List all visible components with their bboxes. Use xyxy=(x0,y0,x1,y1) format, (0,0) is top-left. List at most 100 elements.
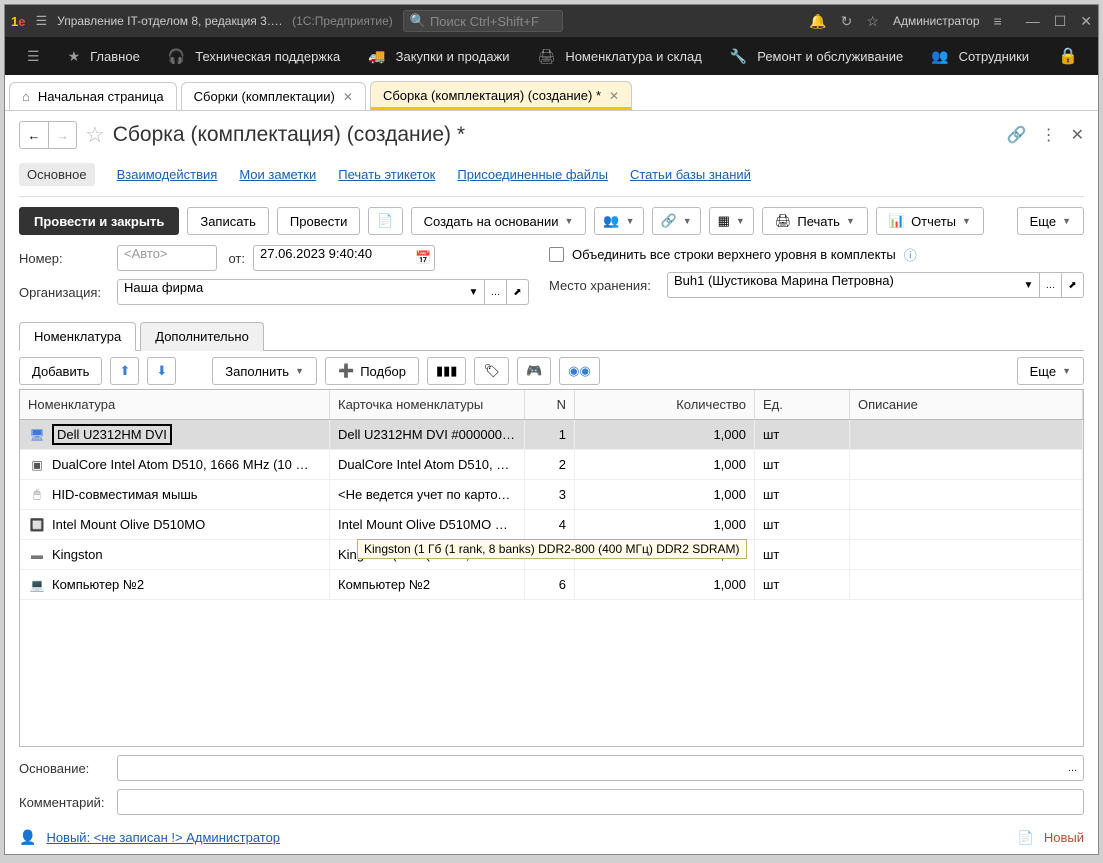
move-up-button[interactable]: ⬆ xyxy=(110,357,139,385)
cmd-files[interactable]: Присоединенные файлы xyxy=(457,167,608,182)
open-ref-button[interactable]: ⬈ xyxy=(507,279,529,305)
section-nomenclature[interactable]: 🖨Номенклатура и склад xyxy=(524,37,716,75)
layout-icon: ▦ xyxy=(718,213,730,229)
open-ref-button[interactable]: ⬈ xyxy=(1062,272,1084,298)
organization-input[interactable]: Наша фирма xyxy=(117,279,463,305)
cell-unit: шт xyxy=(755,510,850,539)
layout-button[interactable]: ▦▼ xyxy=(709,207,754,235)
section-hamburger[interactable]: ☰ xyxy=(13,37,54,75)
ellipsis-button[interactable]: … xyxy=(1040,272,1062,298)
tab-additional[interactable]: Дополнительно xyxy=(140,322,264,351)
table-row[interactable]: 🖥Dell U2312HM DVIDell U2312HM DVI #00000… xyxy=(20,420,1083,450)
add-row-button[interactable]: Добавить xyxy=(19,357,102,385)
users-icon: 👥 xyxy=(603,213,619,229)
tab-nomenclature[interactable]: Номенклатура xyxy=(19,322,136,351)
cell-card: Dell U2312HM DVI #0000000… xyxy=(338,427,516,442)
close-tab-icon[interactable]: ✕ xyxy=(343,90,353,104)
pick-button[interactable]: ➕Подбор xyxy=(325,357,419,385)
number-input[interactable]: <Авто> xyxy=(117,245,217,271)
section-main[interactable]: ★Главное xyxy=(54,37,154,75)
post-and-close-button[interactable]: Провести и закрыть xyxy=(19,207,179,235)
write-button[interactable]: Записать xyxy=(187,207,269,235)
nav-back-button[interactable]: ← xyxy=(20,122,48,148)
barcode-button[interactable]: ▮▮▮ xyxy=(427,357,466,385)
settings-lines-icon[interactable]: ≡ xyxy=(994,13,1002,29)
cmd-notes[interactable]: Мои заметки xyxy=(239,167,316,182)
cmd-interactions[interactable]: Взаимодействия xyxy=(117,167,218,182)
section-support[interactable]: 🎧Техническая поддержка xyxy=(154,37,354,75)
ellipsis-button[interactable]: … xyxy=(1062,755,1084,781)
close-tab-icon[interactable]: ✕ xyxy=(609,89,619,103)
dropdown-button[interactable]: ▼ xyxy=(463,279,485,305)
tab-home[interactable]: ⌂ Начальная страница xyxy=(9,82,177,110)
status-link[interactable]: Новый: <не записан !> Администратор xyxy=(46,830,280,845)
cell-card: Intel Mount Olive D510MO №… xyxy=(338,517,516,532)
ellipsis-button[interactable]: … xyxy=(485,279,507,305)
main-menu-icon[interactable]: ☰ xyxy=(35,13,47,29)
move-down-button[interactable]: ⬇ xyxy=(147,357,176,385)
date-input[interactable]: 27.06.2023 9:40:40 xyxy=(253,245,413,271)
col-desc[interactable]: Описание xyxy=(850,390,1083,419)
cell-qty: 1,000 xyxy=(575,510,755,539)
cmd-labels[interactable]: Печать этикеток xyxy=(338,167,435,182)
favorite-icon[interactable]: ☆ xyxy=(866,13,879,30)
tab-assembly-create[interactable]: Сборка (комплектация) (создание) * ✕ xyxy=(370,81,632,110)
current-user[interactable]: Администратор xyxy=(893,14,980,28)
col-card[interactable]: Карточка номенклатуры xyxy=(330,390,525,419)
section-repair[interactable]: 🔧Ремонт и обслуживание xyxy=(716,37,917,75)
table-more-button[interactable]: Еще▼ xyxy=(1017,357,1084,385)
table-row[interactable]: 🔲Intel Mount Olive D510MOIntel Mount Oli… xyxy=(20,510,1083,540)
cell-qty: 1,000 xyxy=(575,570,755,599)
gamepad-button[interactable]: 🎮 xyxy=(517,357,551,385)
hierarchy-button[interactable]: ◉◉ xyxy=(559,357,600,385)
dropdown-button[interactable]: ▼ xyxy=(1018,272,1040,298)
bell-icon[interactable]: 🔔 xyxy=(809,13,826,30)
col-nomenclature[interactable]: Номенклатура xyxy=(20,390,330,419)
basis-input[interactable] xyxy=(117,755,1062,781)
document-flow-button[interactable]: 📄 xyxy=(368,207,402,235)
global-search-input[interactable]: 🔍 Поиск Ctrl+Shift+F xyxy=(403,10,563,32)
link-icon[interactable]: 🔗 xyxy=(1007,125,1027,145)
favorite-star-icon[interactable]: ☆ xyxy=(85,122,105,148)
cmd-kb[interactable]: Статьи базы знаний xyxy=(630,167,751,182)
hierarchy-icon: ◉◉ xyxy=(568,363,591,379)
create-based-on-button[interactable]: Создать на основании▼ xyxy=(411,207,587,235)
close-form-icon[interactable]: ✕ xyxy=(1071,125,1084,145)
more-vertical-icon[interactable]: ⋮ xyxy=(1041,125,1057,145)
users-button[interactable]: 👥▼ xyxy=(594,207,643,235)
history-icon[interactable]: ↻ xyxy=(841,13,853,30)
location-input[interactable]: Buh1 (Шустикова Марина Петровна) xyxy=(667,272,1018,298)
tag-button[interactable]: 🏷 xyxy=(474,357,509,385)
col-qty[interactable]: Количество xyxy=(575,390,755,419)
more-button[interactable]: Еще▼ xyxy=(1017,207,1084,235)
table-row[interactable]: 🖱HID-совместимая мышь<Не ведется учет по… xyxy=(20,480,1083,510)
comment-input[interactable] xyxy=(117,789,1084,815)
tab-assemblies-list[interactable]: Сборки (комплектации) ✕ xyxy=(181,82,366,110)
minimize-icon[interactable]: — xyxy=(1026,13,1040,30)
table-row[interactable]: ▣DualCore Intel Atom D510, 1666 MHz (10 … xyxy=(20,450,1083,480)
combine-checkbox[interactable] xyxy=(549,247,564,262)
cmd-main[interactable]: Основное xyxy=(19,163,95,186)
fill-button[interactable]: Заполнить▼ xyxy=(212,357,317,385)
relations-button[interactable]: 🔗▼ xyxy=(652,207,701,235)
nav-forward-button[interactable]: → xyxy=(48,122,76,148)
print-button[interactable]: 🖨Печать▼ xyxy=(762,207,868,235)
table-body[interactable]: 🖥Dell U2312HM DVIDell U2312HM DVI #00000… xyxy=(20,420,1083,746)
cell-card: Компьютер №2 xyxy=(338,577,430,592)
maximize-icon[interactable]: ☐ xyxy=(1054,13,1067,30)
table-row[interactable]: 💻Компьютер №2Компьютер №261,000шт xyxy=(20,570,1083,600)
section-menu: ☰ ★Главное 🎧Техническая поддержка 🚚Закуп… xyxy=(5,37,1098,75)
section-employees[interactable]: 👥Сотрудники xyxy=(917,37,1043,75)
close-window-icon[interactable]: ✕ xyxy=(1080,13,1092,30)
reports-button[interactable]: 📊Отчеты▼ xyxy=(876,207,984,235)
cell-n: 4 xyxy=(525,510,575,539)
section-lock-icon[interactable]: 🔒 xyxy=(1046,46,1090,66)
col-unit[interactable]: Ед. xyxy=(755,390,850,419)
col-n[interactable]: N xyxy=(525,390,575,419)
post-button[interactable]: Провести xyxy=(277,207,361,235)
calendar-button[interactable]: 📅 xyxy=(413,245,435,271)
cell-desc xyxy=(850,450,1083,479)
info-icon[interactable]: ⓘ xyxy=(904,245,917,264)
section-purchases[interactable]: 🚚Закупки и продажи xyxy=(354,37,523,75)
command-links: Основное Взаимодействия Мои заметки Печа… xyxy=(19,157,1084,197)
